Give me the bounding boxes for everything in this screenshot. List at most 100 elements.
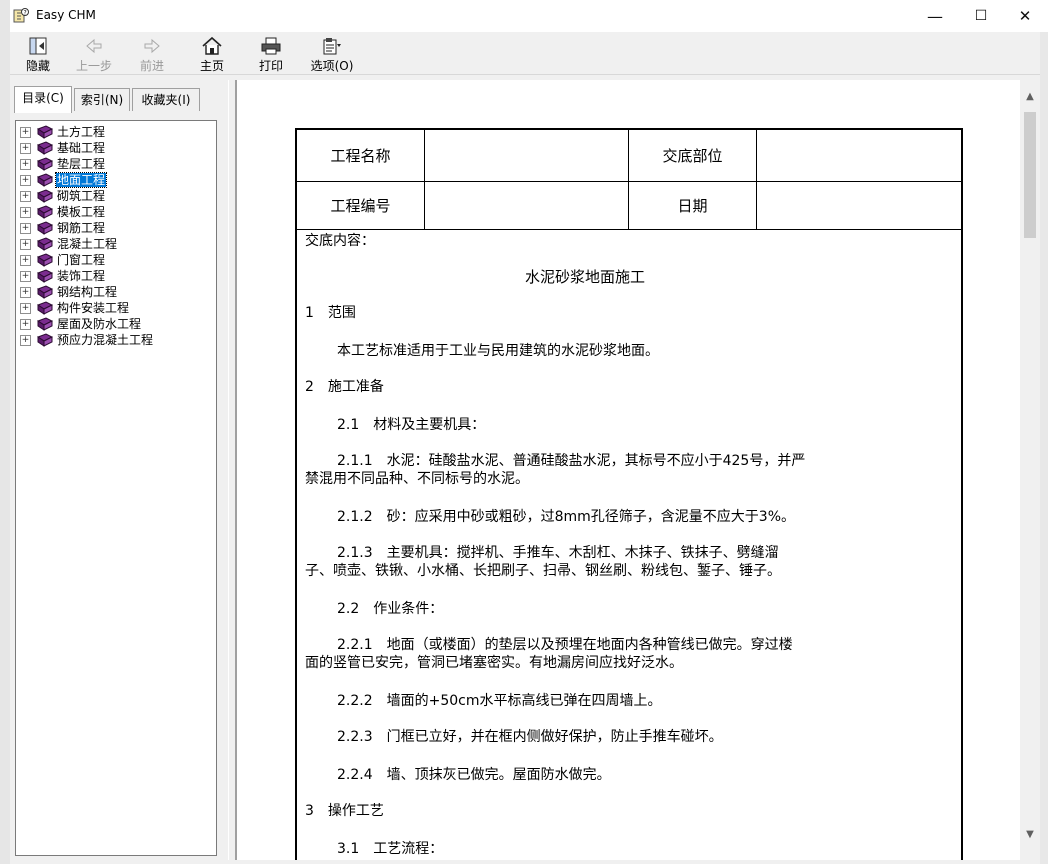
tree-item[interactable]: + 钢结构工程 xyxy=(20,284,118,300)
content-scrollbar[interactable]: ▲ ▼ xyxy=(1020,80,1040,860)
tree-item-label: 钢结构工程 xyxy=(57,285,118,299)
section-2-1-3-line2: 子、喷壶、铁锹、小水桶、长把刷子、扫帚、钢丝刷、粉线包、錾子、锤子。 xyxy=(305,563,781,579)
svg-text:?: ? xyxy=(24,10,27,17)
tree-item-label: 基础工程 xyxy=(57,141,106,155)
forward-label: 前进 xyxy=(139,59,164,73)
tree-item-label: 土方工程 xyxy=(57,125,106,139)
hide-button[interactable]: 隐藏 xyxy=(10,34,66,73)
document-header-table: 工程名称 交底部位 工程编号 日期 xyxy=(297,130,961,230)
maximize-button[interactable]: ☐ xyxy=(958,0,1004,32)
book-icon xyxy=(37,253,53,267)
section-2-2-1-line1: 2.2.1 地面（或楼面）的垫层以及预埋在地面内各种管线已做完。穿过楼 xyxy=(337,637,793,653)
title-bar[interactable]: ? Easy CHM — ☐ ✕ xyxy=(10,0,1048,32)
expand-icon[interactable]: + xyxy=(20,222,31,234)
home-icon xyxy=(202,36,222,55)
navigation-pane: 目录(C) 索引(N) 收藏夹(I) + 土方工程 + 基础工程 + 垫层工程 + 地面工程 +… xyxy=(10,80,228,860)
date-label: 日期 xyxy=(629,182,757,230)
handover-part-label: 交底部位 xyxy=(629,130,757,182)
tree-item-label: 地面工程 xyxy=(54,172,108,188)
topic-content-pane: 工程名称 交底部位 工程编号 日期 交底内容： 水泥砂浆地面施工 1 范围 本工… xyxy=(236,80,1021,860)
tree-item[interactable]: + 装饰工程 xyxy=(20,268,106,284)
expand-icon[interactable]: + xyxy=(20,158,31,170)
options-button[interactable]: 选项(O) xyxy=(302,34,362,73)
window-right-edge xyxy=(1040,32,1048,864)
back-button[interactable]: 上一步 xyxy=(66,34,122,73)
back-label: 上一步 xyxy=(75,59,112,73)
options-icon xyxy=(323,38,341,55)
tree-item[interactable]: + 模板工程 xyxy=(20,204,106,220)
expand-icon[interactable]: + xyxy=(20,142,31,154)
book-icon xyxy=(37,173,53,187)
section-1-heading: 1 范围 xyxy=(305,305,356,321)
expand-icon[interactable]: + xyxy=(20,334,31,346)
tree-item[interactable]: + 混凝土工程 xyxy=(20,236,118,252)
project-name-value xyxy=(425,130,629,182)
book-icon xyxy=(37,205,53,219)
expand-icon[interactable]: + xyxy=(20,318,31,330)
tree-item[interactable]: + 地面工程 xyxy=(20,172,108,188)
book-icon xyxy=(37,301,53,315)
project-no-value xyxy=(425,182,629,230)
section-2-2-4: 2.2.4 墙、顶抹灰已做完。屋面防水做完。 xyxy=(337,767,611,783)
tree-item-label: 屋面及防水工程 xyxy=(57,317,142,331)
section-3-1-heading: 3.1 工艺流程： xyxy=(337,841,444,857)
tab-contents[interactable]: 目录(C) xyxy=(14,86,72,113)
expand-icon[interactable]: + xyxy=(20,286,31,298)
expand-icon[interactable]: + xyxy=(20,206,31,218)
tree-item[interactable]: + 基础工程 xyxy=(20,140,106,156)
tree-item[interactable]: + 屋面及防水工程 xyxy=(20,316,142,332)
print-label: 打印 xyxy=(258,59,283,73)
tab-index[interactable]: 索引(N) xyxy=(74,88,130,111)
scroll-thumb[interactable] xyxy=(1024,112,1036,238)
book-icon xyxy=(37,221,53,235)
handover-document: 工程名称 交底部位 工程编号 日期 交底内容： 水泥砂浆地面施工 1 范围 本工… xyxy=(295,128,963,860)
expand-icon[interactable]: + xyxy=(20,270,31,282)
expand-icon[interactable]: + xyxy=(20,126,31,138)
pane-splitter[interactable] xyxy=(228,80,236,860)
book-icon xyxy=(37,237,53,251)
home-label: 主页 xyxy=(199,59,224,73)
book-icon xyxy=(37,125,53,139)
tree-item[interactable]: + 土方工程 xyxy=(20,124,106,140)
tree-item-label: 构件安装工程 xyxy=(57,301,130,315)
project-name-label: 工程名称 xyxy=(297,130,425,182)
chm-window: ? Easy CHM — ☐ ✕ 隐藏 上一步 前进 主页 打印 选项(O) 目… xyxy=(0,0,1048,864)
tab-favorites[interactable]: 收藏夹(I) xyxy=(132,88,200,111)
book-icon xyxy=(37,269,53,283)
section-2-2-heading: 2.2 作业条件： xyxy=(337,601,444,617)
tree-item-label: 垫层工程 xyxy=(57,157,106,171)
book-icon xyxy=(37,141,53,155)
section-2-1-heading: 2.1 材料及主要机具： xyxy=(337,417,486,433)
print-button[interactable]: 打印 xyxy=(243,34,299,73)
book-icon xyxy=(37,189,53,203)
section-2-heading: 2 施工准备 xyxy=(305,379,384,395)
minimize-button[interactable]: — xyxy=(912,0,958,32)
window-title: Easy CHM xyxy=(36,8,96,22)
tree-item[interactable]: + 预应力混凝土工程 xyxy=(20,332,154,348)
tree-item[interactable]: + 钢筋工程 xyxy=(20,220,106,236)
toolbar: 隐藏 上一步 前进 主页 打印 选项(O) xyxy=(10,32,1048,75)
section-3-heading: 3 操作工艺 xyxy=(305,803,384,819)
options-label: 选项(O) xyxy=(310,59,354,73)
expand-icon[interactable]: + xyxy=(20,254,31,266)
scroll-down-icon[interactable]: ▼ xyxy=(1020,824,1040,844)
tree-item-label: 门窗工程 xyxy=(57,253,106,267)
home-button[interactable]: 主页 xyxy=(184,34,240,73)
tree-item-label: 模板工程 xyxy=(57,205,106,219)
tree-item[interactable]: + 垫层工程 xyxy=(20,156,106,172)
expand-icon[interactable]: + xyxy=(20,190,31,202)
expand-icon[interactable]: + xyxy=(20,174,31,186)
scroll-up-icon[interactable]: ▲ xyxy=(1020,86,1040,106)
book-icon xyxy=(37,317,53,331)
expand-icon[interactable]: + xyxy=(20,238,31,250)
expand-icon[interactable]: + xyxy=(20,302,31,314)
tree-item[interactable]: + 构件安装工程 xyxy=(20,300,130,316)
tree-item[interactable]: + 砌筑工程 xyxy=(20,188,106,204)
tree-item[interactable]: + 门窗工程 xyxy=(20,252,106,268)
maximize-icon: ☐ xyxy=(974,8,988,24)
forward-button[interactable]: 前进 xyxy=(124,34,180,73)
section-2-1-2: 2.1.2 砂：应采用中砂或粗砂，过8mm孔径筛子，含泥量不应大于3%。 xyxy=(337,509,796,525)
forward-arrow-icon xyxy=(144,38,160,54)
close-button[interactable]: ✕ xyxy=(1002,0,1048,32)
contents-tree[interactable]: + 土方工程 + 基础工程 + 垫层工程 + 地面工程 + 砌筑工程 + 模板工程 + 钢筋工程 + 混凝土工… xyxy=(15,120,217,856)
